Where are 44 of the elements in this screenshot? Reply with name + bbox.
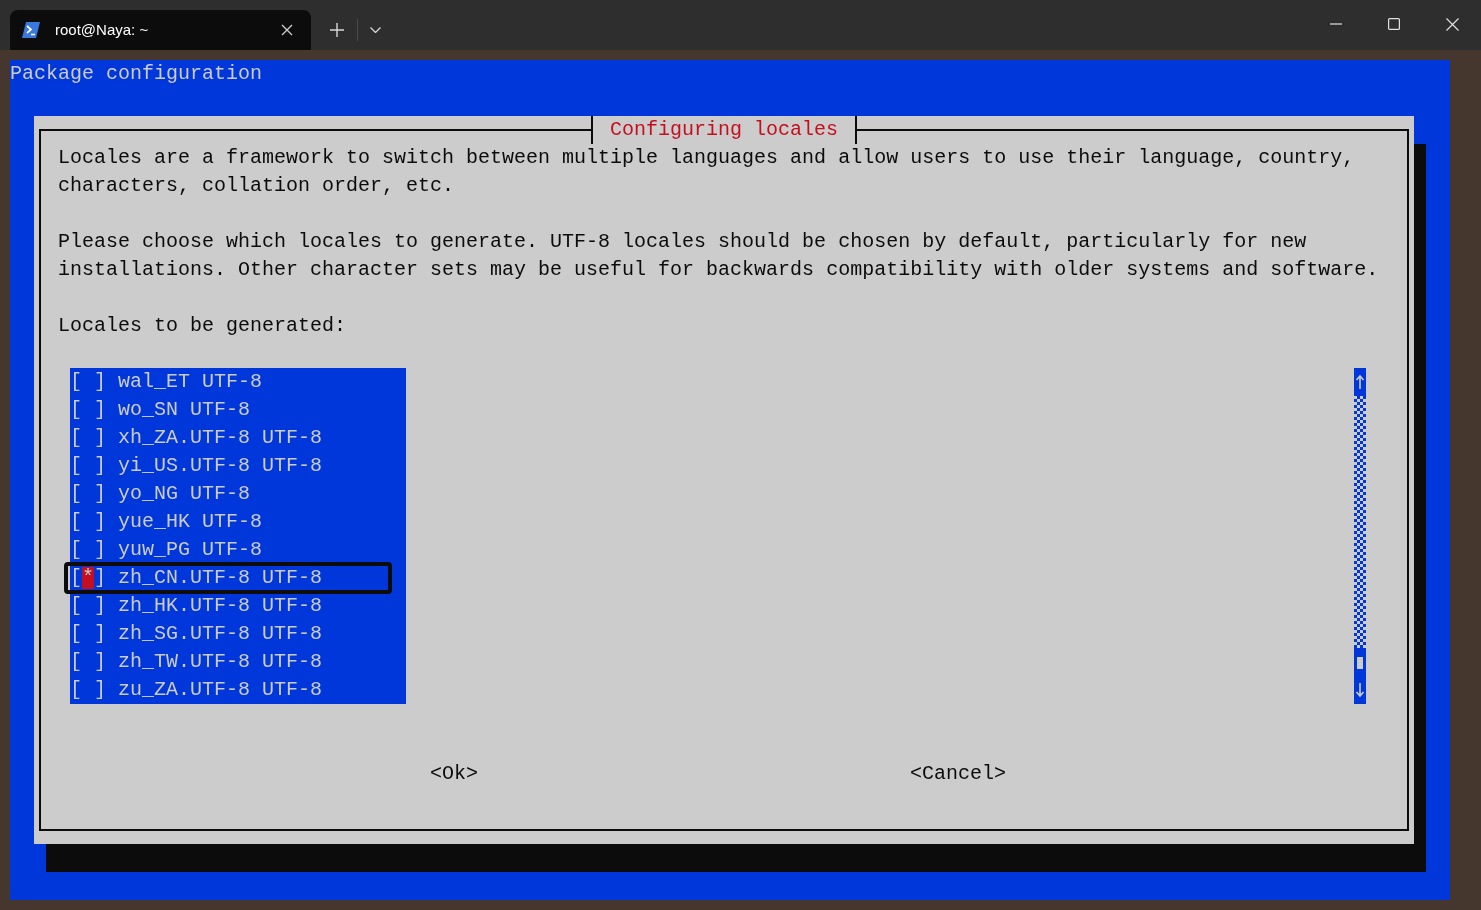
checkbox[interactable]: [*] [70,567,107,589]
locale-label[interactable]: zu_ZA.UTF-8 UTF-8 [118,679,323,701]
close-icon [281,24,293,36]
locale-label[interactable]: wal_ET UTF-8 [118,371,263,393]
checkbox[interactable]: [ ] [70,679,107,701]
screen-title: Package configuration [10,62,263,85]
checkbox[interactable]: [ ] [70,623,107,645]
close-icon [1445,17,1459,31]
chevron-down-icon [369,27,381,33]
checkbox[interactable]: [ ] [70,595,107,617]
checkbox[interactable]: [ ] [70,651,107,673]
checkbox[interactable]: [ ] [70,483,107,505]
minimize-icon [1330,23,1342,25]
locale-label[interactable]: zh_TW.UTF-8 UTF-8 [118,651,323,673]
ok-button[interactable]: <Ok> [430,760,478,788]
description-text: Please choose which locales to generate. UTF-8 locales should be chosen by default, particularly for new installations. Other character sets may be useful for backwards compatibility with older systems and software. [58,229,1380,283]
arrow-down-icon [1354,676,1366,704]
tab[interactable]: root@Naya: ~ [10,10,311,50]
maximize-icon [1388,18,1400,30]
cancel-button[interactable]: <Cancel> [910,760,1007,788]
checkbox[interactable]: [ ] [70,455,107,477]
list-prompt: Locales to be generated: [58,314,347,337]
terminal-icon [22,22,40,38]
locale-label[interactable]: xh_ZA.UTF-8 UTF-8 [118,427,323,449]
checkbox[interactable]: [ ] [70,371,107,393]
locale-label[interactable]: zh_CN.UTF-8 UTF-8 [118,567,323,589]
checkbox[interactable]: [ ] [70,399,107,421]
locale-label[interactable]: yi_US.UTF-8 UTF-8 [118,455,323,477]
description-text: Locales are a framework to switch between multiple languages and allow users to use their language, country, characters, collation order, etc. [58,145,1356,199]
locale-label[interactable]: yuw_PG UTF-8 [118,539,263,561]
locale-label[interactable]: yue_HK UTF-8 [118,511,263,533]
checkbox[interactable]: [ ] [70,427,107,449]
locale-label[interactable]: zh_SG.UTF-8 UTF-8 [118,623,323,645]
arrow-up-icon [1354,368,1366,396]
locale-label[interactable]: wo_SN UTF-8 [118,399,251,421]
checkbox[interactable]: [ ] [70,539,107,561]
locale-label[interactable]: yo_NG UTF-8 [118,483,251,505]
locale-label[interactable]: zh_HK.UTF-8 UTF-8 [118,595,323,617]
plus-icon [330,23,344,37]
dialog-title: Configuring locales [591,116,858,144]
checkbox[interactable]: [ ] [70,511,107,533]
tab-title: root@Naya: ~ [55,20,149,40]
scrollbar-thumb[interactable] [1354,648,1366,676]
text-cursor: * [82,567,95,589]
